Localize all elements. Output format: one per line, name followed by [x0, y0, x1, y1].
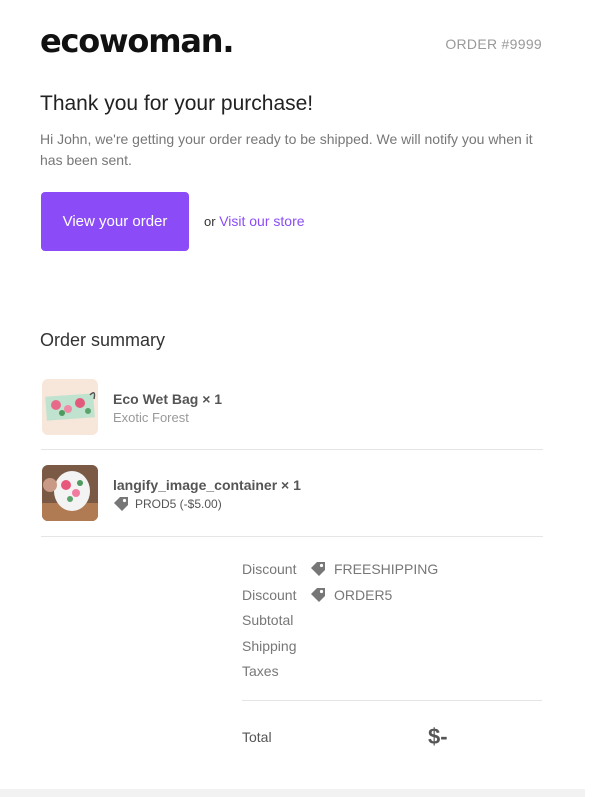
store-link-wrap: or Visit our store [204, 213, 305, 229]
subtotal-label: Subtotal [242, 612, 294, 628]
list-item: Eco Wet Bag × 1 Exotic Forest [41, 379, 543, 465]
tag-icon [113, 496, 129, 512]
wet-bag-image [42, 379, 98, 435]
tag-icon [310, 587, 326, 603]
divider [41, 449, 543, 450]
product-image [42, 465, 98, 521]
discount-code: PROD5 (-$5.00) [135, 497, 222, 511]
view-order-button[interactable]: View your order [41, 192, 189, 251]
item-name: Eco Wet Bag × 1 [113, 391, 223, 407]
discount-code: FREESHIPPING [334, 561, 439, 577]
order-number: ORDER #9999 [445, 36, 542, 52]
visit-store-link[interactable]: Visit our store [219, 213, 304, 229]
shipping-label: Shipping [242, 638, 297, 654]
item-variant: Exotic Forest [113, 410, 189, 425]
total-label: Total [242, 729, 272, 745]
brand-logo: ecowoman. [40, 22, 234, 60]
bottom-bar [0, 789, 585, 797]
order-summary-title: Order summary [40, 330, 166, 350]
page-title: Thank you for your purchase! [40, 92, 314, 115]
item-name: langify_image_container × 1 [113, 477, 301, 493]
divider [242, 700, 542, 701]
discount-label: Discount [242, 587, 297, 603]
list-item: langify_image_container × 1 PROD5 (-$5.0… [41, 465, 543, 551]
discount-code-wrap: ORDER5 [310, 587, 392, 603]
or-text: or [204, 214, 216, 229]
total-value: $- [428, 724, 448, 749]
taxes-label: Taxes [242, 663, 279, 679]
item-discount: PROD5 (-$5.00) [113, 496, 222, 512]
discount-label: Discount [242, 561, 297, 577]
divider [41, 536, 543, 537]
discount-code: ORDER5 [334, 587, 393, 603]
discount-code-wrap: FREESHIPPING [310, 561, 438, 577]
tag-icon [310, 561, 326, 577]
intro-text: Hi John, we're getting your order ready … [40, 131, 533, 168]
